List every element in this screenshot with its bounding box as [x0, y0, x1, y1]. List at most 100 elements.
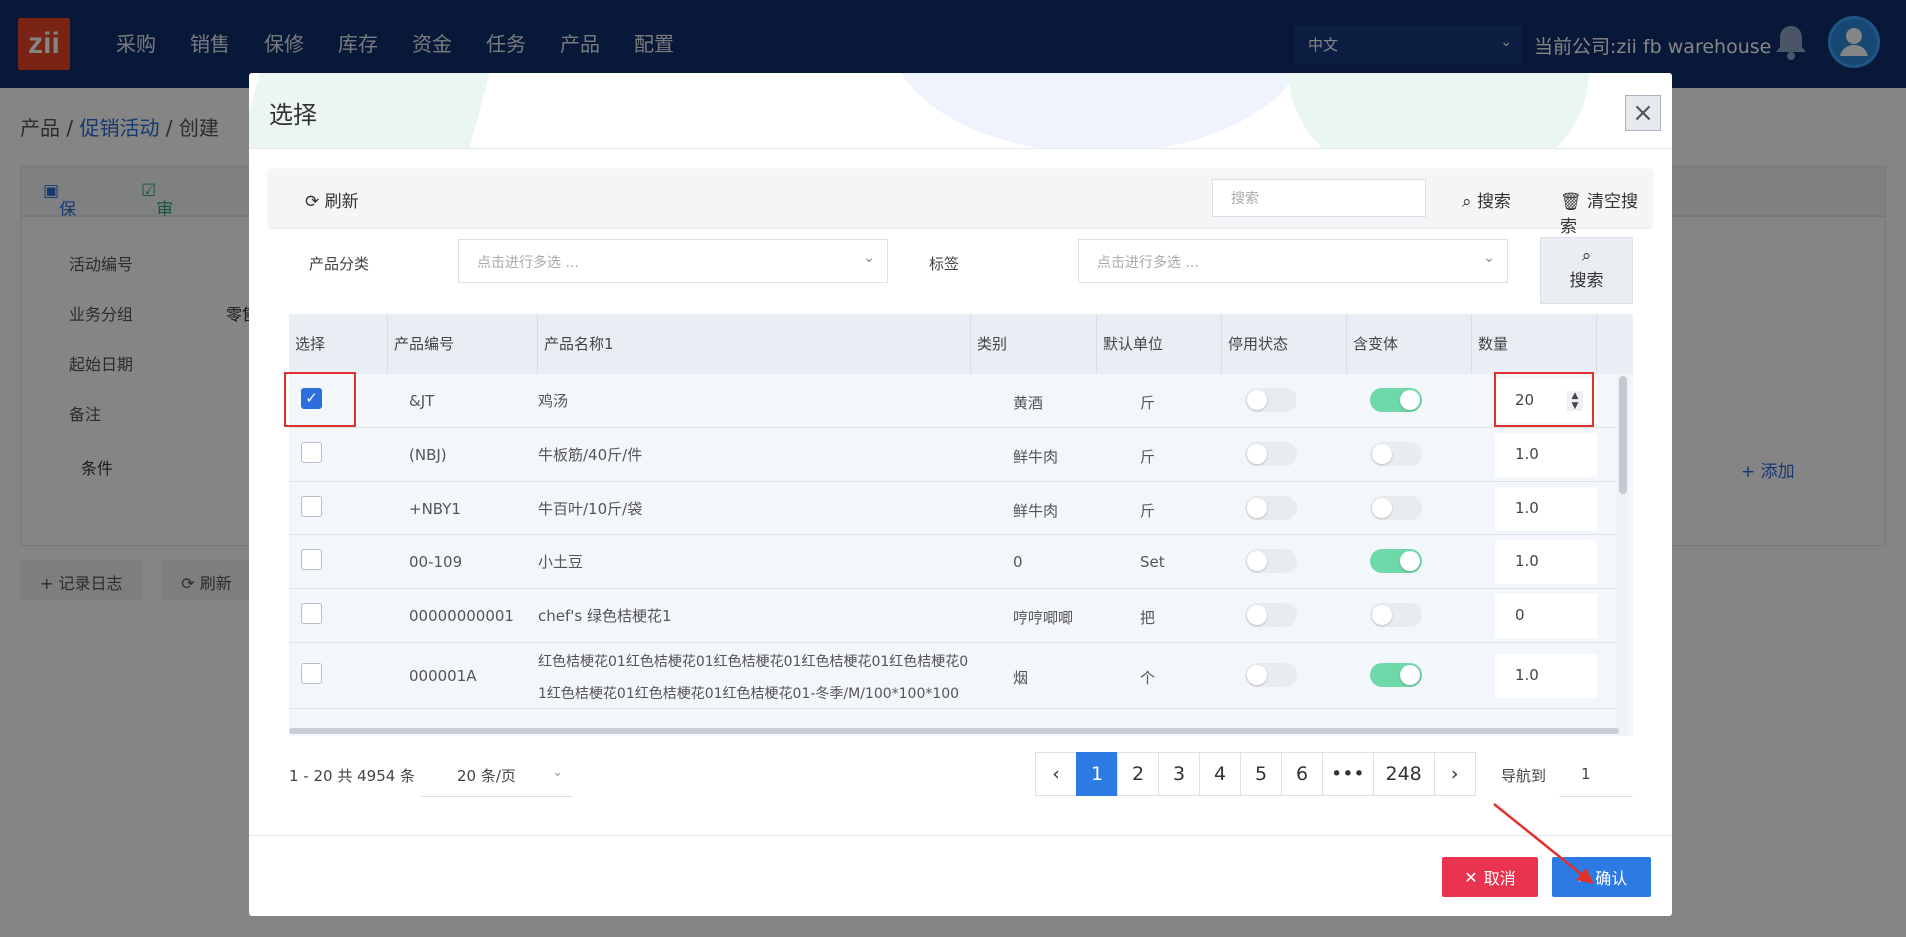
page-3[interactable]: 3: [1158, 752, 1200, 796]
page-6[interactable]: 6: [1281, 752, 1323, 796]
pagination: ‹ 1 2 3 4 5 6 ••• 248 ›: [1035, 752, 1476, 796]
close-icon: ✕: [1464, 867, 1478, 887]
cell-unit: 斤: [1140, 448, 1156, 466]
cell-name-continued: 1红色桔梗花01红色桔梗花01红色桔梗花01-冬季/M/100*100*100: [538, 686, 960, 702]
cell-name: 鸡汤: [538, 392, 569, 410]
dialog-footer-divider: [249, 835, 1672, 836]
close-icon[interactable]: ×: [1625, 95, 1661, 131]
category-multiselect[interactable]: 点击进行多选 ... ⌄: [458, 239, 888, 283]
disabled-toggle[interactable]: [1245, 442, 1297, 466]
quantity-input[interactable]: 1.0: [1495, 540, 1597, 584]
cell-unit: 斤: [1140, 502, 1156, 520]
tag-multiselect[interactable]: 点击进行多选 ... ⌄: [1078, 239, 1508, 283]
cell-unit: 斤: [1140, 394, 1156, 412]
tag-filter-label: 标签: [929, 255, 960, 273]
scrollbar-thumb[interactable]: [1619, 376, 1627, 494]
disabled-toggle[interactable]: [1245, 388, 1297, 412]
annotation-arrow-icon: [1493, 803, 1594, 884]
table-row[interactable]: 000001A 红色桔梗花01红色桔梗花01红色桔梗花01红色桔梗花01红色桔梗…: [289, 643, 1619, 709]
category-filter-label: 产品分类: [309, 255, 370, 273]
select-dialog: 选择 × ⟳ 刷新 搜索 ⌕ 搜索 🗑 清空搜索 产品分类 点击进行多选 ...…: [249, 73, 1672, 916]
dialog-toolbar: ⟳ 刷新 搜索 ⌕ 搜索 🗑 清空搜索: [269, 169, 1652, 237]
quantity-input[interactable]: 0: [1495, 594, 1597, 638]
variant-toggle[interactable]: [1370, 496, 1422, 520]
refresh-icon: ⟳: [305, 192, 320, 212]
cell-code: (NBJ): [409, 446, 447, 464]
goto-label: 导航到: [1501, 767, 1547, 785]
next-page-button[interactable]: ›: [1433, 752, 1476, 796]
table-vertical-scrollbar[interactable]: [1617, 374, 1629, 736]
cell-unit: 个: [1140, 669, 1156, 687]
tag-placeholder: 点击进行多选 ...: [1097, 255, 1199, 271]
table-horizontal-scrollbar[interactable]: [289, 728, 1619, 734]
page-ellipsis[interactable]: •••: [1322, 752, 1374, 796]
filter-search-button[interactable]: ⌕ 搜索: [1540, 237, 1633, 304]
prev-page-button[interactable]: ‹: [1035, 752, 1077, 796]
column-header-qty[interactable]: 数量: [1472, 314, 1597, 374]
variant-toggle[interactable]: [1370, 388, 1422, 412]
page-2[interactable]: 2: [1117, 752, 1159, 796]
table-row[interactable]: 00-109 小土豆 0 Set 1.0: [289, 535, 1619, 589]
table-row[interactable]: (NBJ) 牛板筋/40斤/件 鲜牛肉 斤 1.0: [289, 428, 1619, 482]
page-5[interactable]: 5: [1240, 752, 1282, 796]
row-checkbox[interactable]: [301, 442, 322, 463]
filter-search-label: 搜索: [1569, 271, 1604, 291]
table-row[interactable]: ✓ &JT 鸡汤 黄酒 斤 20 ▲ ▼: [289, 374, 1619, 428]
cell-name: 红色桔梗花01红色桔梗花01红色桔梗花01红色桔梗花01红色桔梗花0: [538, 654, 969, 670]
quantity-input[interactable]: 1.0: [1495, 487, 1597, 531]
dialog-header: 选择 ×: [249, 73, 1672, 149]
chevron-down-icon: ⌄: [552, 765, 563, 780]
cell-category: 0: [1013, 553, 1023, 571]
cell-code: &JT: [409, 392, 435, 410]
column-header-disabled[interactable]: 停用状态: [1222, 314, 1347, 374]
table-row[interactable]: 00000000001 chef's 绿色桔梗花1 哼哼唧唧 把 0: [289, 589, 1619, 643]
quantity-input[interactable]: 1.0: [1495, 654, 1597, 698]
variant-toggle[interactable]: [1370, 442, 1422, 466]
page-size-select[interactable]: 20 条/页 ⌄: [421, 753, 573, 797]
quantity-input[interactable]: 1.0: [1495, 433, 1597, 477]
disabled-toggle[interactable]: [1245, 496, 1297, 520]
disabled-toggle[interactable]: [1245, 549, 1297, 573]
column-header-unit[interactable]: 默认单位: [1097, 314, 1222, 374]
refresh-button[interactable]: ⟳ 刷新: [305, 187, 359, 212]
product-table: 选择 产品编号 产品名称1 类别 默认单位 停用状态 含变体 数量 ✓ &JT …: [289, 314, 1633, 736]
clear-search-button[interactable]: 🗑 清空搜索: [1560, 187, 1652, 237]
row-checkbox[interactable]: [301, 549, 322, 570]
column-header-code[interactable]: 产品编号: [388, 314, 538, 374]
search-icon: ⌕: [1581, 246, 1592, 266]
quantity-value: 1.0: [1515, 445, 1539, 463]
row-checkbox[interactable]: [301, 496, 322, 517]
goto-page-input[interactable]: 1: [1559, 753, 1633, 797]
table-header: 选择 产品编号 产品名称1 类别 默认单位 停用状态 含变体 数量: [289, 314, 1633, 374]
header-decoration: [1289, 73, 1589, 148]
row-checkbox[interactable]: [301, 603, 322, 624]
page-1[interactable]: 1: [1076, 752, 1118, 796]
cell-unit: Set: [1140, 553, 1165, 571]
variant-toggle[interactable]: [1370, 663, 1422, 687]
column-header-name[interactable]: 产品名称1: [538, 314, 971, 374]
search-icon: ⌕: [1462, 192, 1472, 212]
column-header-variant[interactable]: 含变体: [1347, 314, 1472, 374]
highlight-box: [1494, 372, 1594, 427]
disabled-toggle[interactable]: [1245, 603, 1297, 627]
column-header-category[interactable]: 类别: [971, 314, 1097, 374]
table-row[interactable]: +NBY1 牛百叶/10斤/袋 鲜牛肉 斤 1.0: [289, 482, 1619, 535]
quantity-value: 1.0: [1515, 666, 1539, 684]
refresh-label: 刷新: [324, 192, 359, 212]
header-decoration: [889, 73, 1309, 148]
disabled-toggle[interactable]: [1245, 663, 1297, 687]
cell-category: 黄酒: [1013, 394, 1044, 412]
variant-toggle[interactable]: [1370, 603, 1422, 627]
cell-category: 鲜牛肉: [1013, 502, 1059, 520]
quantity-value: 1.0: [1515, 499, 1539, 517]
cell-unit: 把: [1140, 609, 1156, 627]
cell-name: 小土豆: [538, 553, 584, 571]
column-header-select[interactable]: 选择: [289, 314, 388, 374]
highlight-box: [284, 372, 356, 427]
search-input[interactable]: 搜索: [1212, 179, 1426, 217]
row-checkbox[interactable]: [301, 663, 322, 684]
variant-toggle[interactable]: [1370, 549, 1422, 573]
page-248[interactable]: 248: [1372, 752, 1435, 796]
search-button[interactable]: ⌕ 搜索: [1462, 187, 1511, 212]
page-4[interactable]: 4: [1199, 752, 1241, 796]
